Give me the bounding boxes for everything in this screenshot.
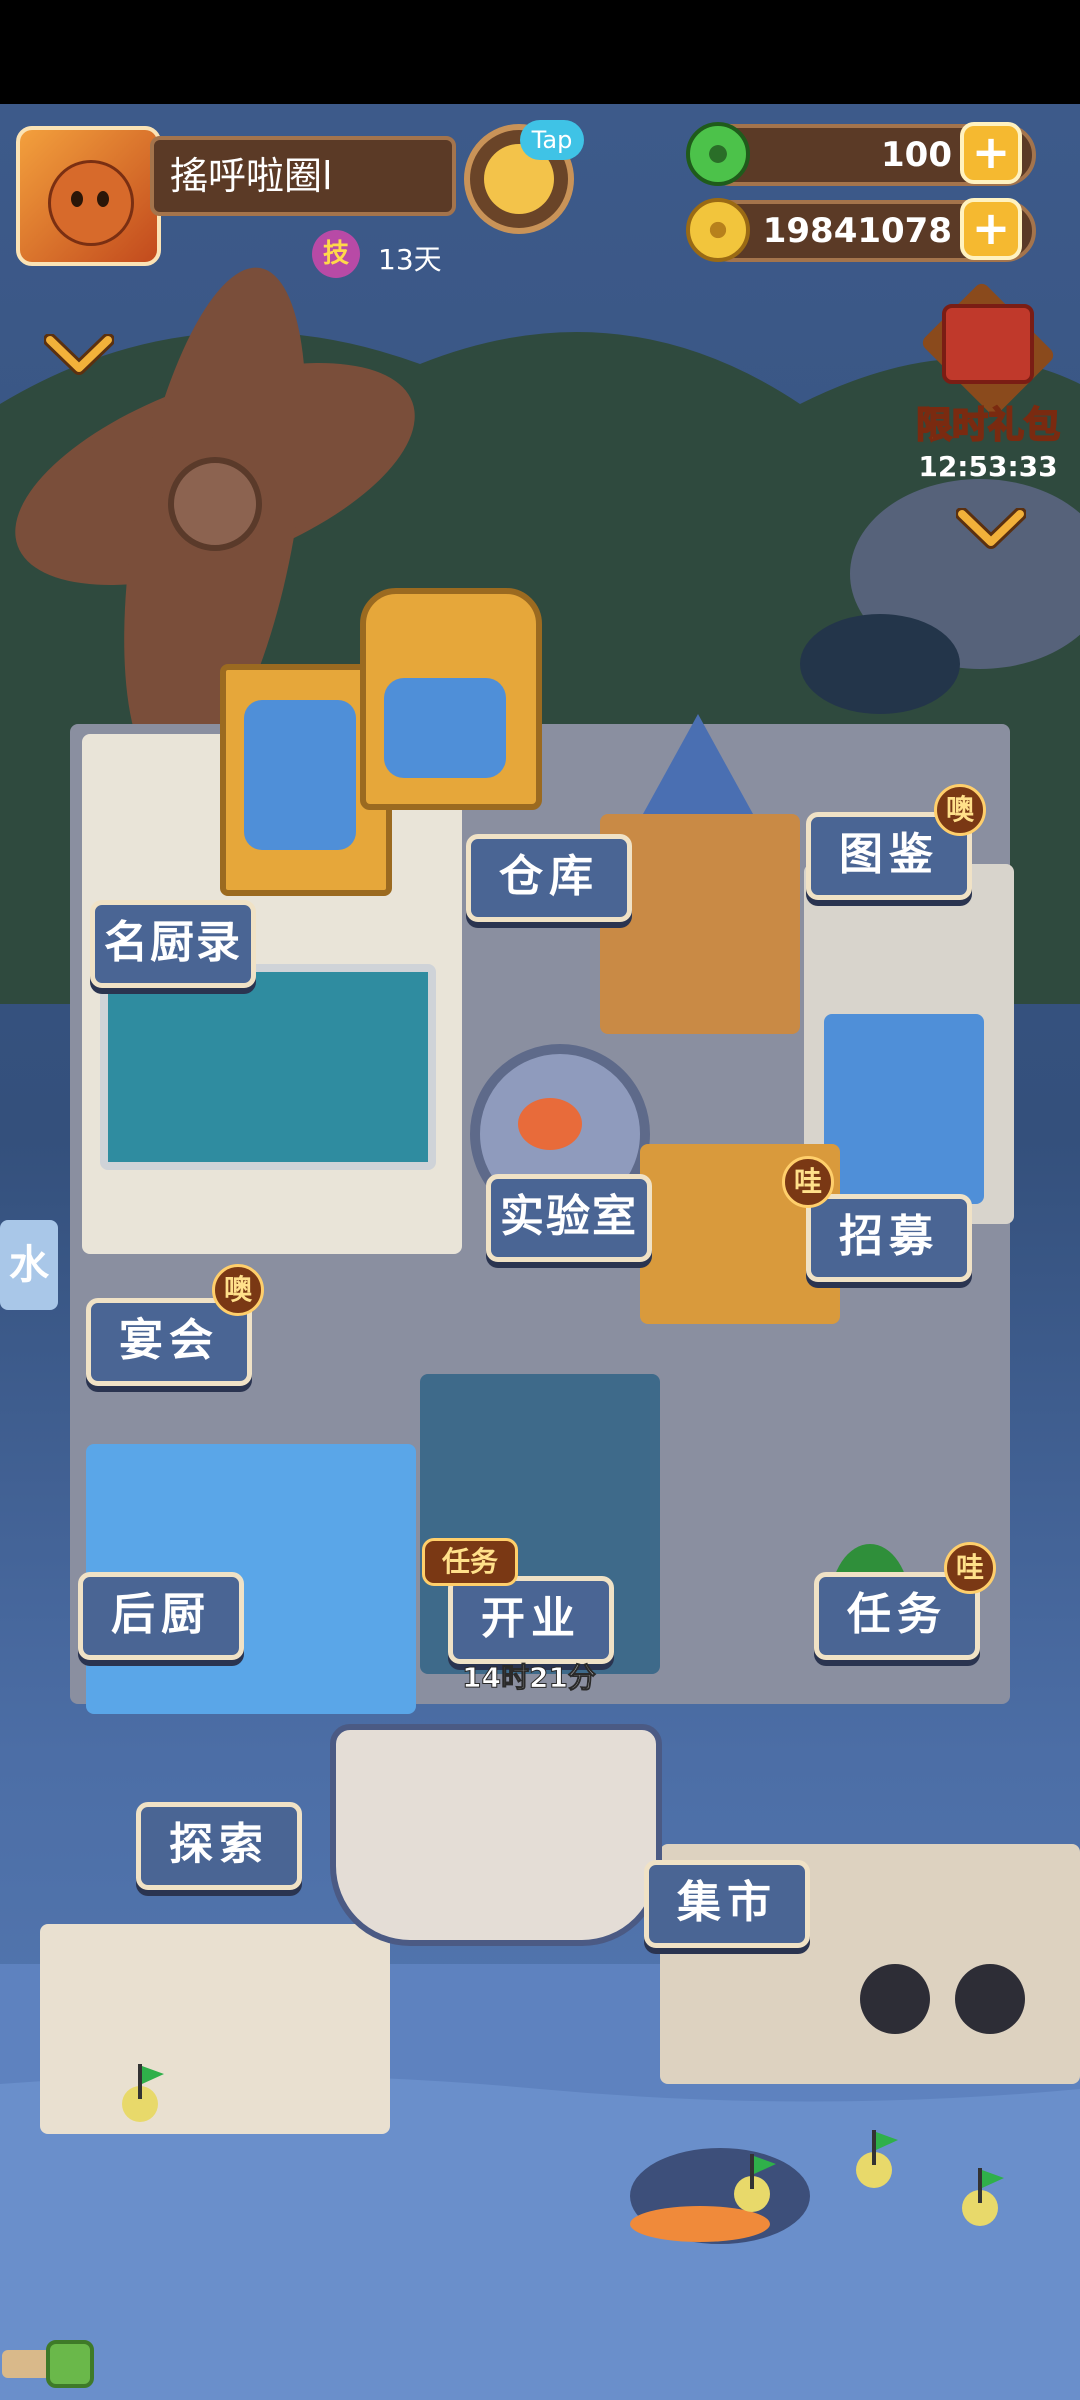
catalog-badge: 噢 <box>934 784 986 836</box>
expand-right-chevron-down-icon[interactable] <box>956 508 1026 552</box>
kitchen-button[interactable]: 后厨 <box>78 1572 244 1660</box>
jade-icon <box>686 122 750 186</box>
buoy-flag-icon <box>122 2064 164 2122</box>
coin-icon <box>686 198 750 262</box>
gift-box-icon <box>942 304 1034 384</box>
recruit-button[interactable]: 招募 <box>806 1194 972 1282</box>
tap-badge: Tap <box>520 120 584 160</box>
skill-badge[interactable]: 技 <box>312 230 360 278</box>
buoy-flag-icon <box>962 2168 1004 2226</box>
quests-badge: 哇 <box>944 1542 996 1594</box>
chefs-button[interactable]: 名厨录 <box>90 900 256 988</box>
open-business-button[interactable]: 开业 <box>448 1576 614 1664</box>
market-button[interactable]: 集市 <box>644 1860 810 1948</box>
player-name[interactable]: 搖呼啦圈l <box>150 136 456 216</box>
recruit-badge: 哇 <box>782 1156 834 1208</box>
expand-left-chevron-down-icon[interactable] <box>44 334 114 378</box>
gift-label: 限时礼包 <box>915 404 1061 447</box>
buoy-flag-icon <box>734 2154 776 2212</box>
buoy-flag-icon <box>856 2130 898 2188</box>
warehouse-button[interactable]: 仓库 <box>466 834 632 922</box>
add-jade-button[interactable]: + <box>960 122 1022 184</box>
open-task-badge: 任务 <box>422 1538 518 1586</box>
explore-button[interactable]: 探索 <box>136 1802 302 1890</box>
open-timer: 14时21分 <box>462 1661 597 1695</box>
lab-button[interactable]: 实验室 <box>486 1174 652 1262</box>
banquet-badge: 噢 <box>212 1264 264 1316</box>
toggle-switch[interactable] <box>0 2340 96 2388</box>
days-count: 13天 <box>378 243 442 276</box>
player-avatar[interactable] <box>16 126 161 266</box>
add-coins-button[interactable]: + <box>960 198 1022 260</box>
gift-timer: 12:53:33 <box>918 450 1058 483</box>
